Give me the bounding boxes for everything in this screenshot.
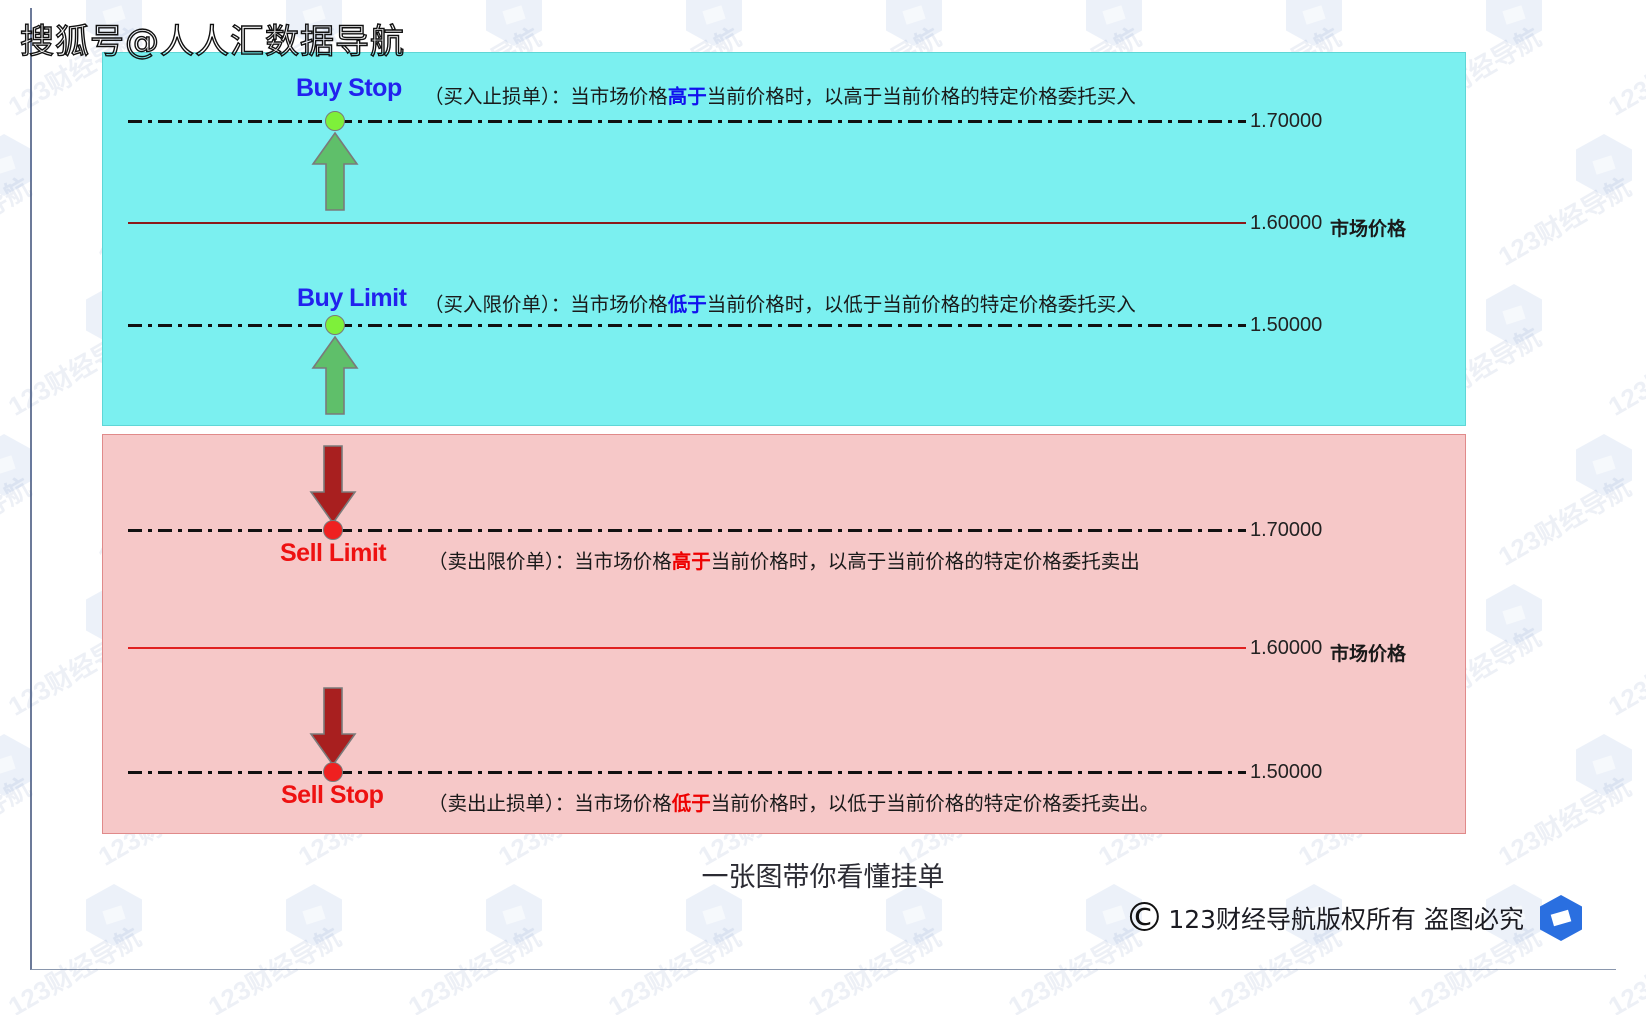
- market-price-line-buy: [128, 222, 1246, 224]
- market-price-tag-buy: 市场价格: [1330, 219, 1407, 240]
- watermark-hex-icon: [0, 434, 32, 496]
- desc-post-sell-stop: 当前价格时，以低于当前价格的特定价格委托卖出。: [710, 792, 1160, 815]
- desc-pre-buy-stop: （买入止损单）：当市场价格: [424, 85, 668, 108]
- desc-highlight-sell-stop: 低于: [671, 792, 711, 815]
- order-label-buy-limit: Buy Limit: [297, 284, 407, 312]
- desc-highlight-buy-limit: 低于: [667, 293, 707, 316]
- market-price-value-sell: 1.60000: [1250, 637, 1323, 659]
- desc-highlight-sell-limit: 高于: [671, 550, 711, 573]
- copyright-text: 123财经导航版权所有 盗图必究: [1168, 905, 1524, 934]
- order-desc-sell-stop: （卖出止损单）：当市场价格低于当前价格时，以低于当前价格的特定价格委托卖出。: [428, 787, 1159, 816]
- diagram-canvas: 123财经导航 123财经导航 123财经导航 123财经导航 123财经导航 123财经…: [0, 0, 1646, 1015]
- market-price-line-sell: [128, 647, 1246, 649]
- price-level-line-buy-limit: [128, 324, 1246, 327]
- price-marker-sell-limit: [323, 520, 343, 540]
- arrow-up-buy-stop: [311, 131, 359, 211]
- price-level-line-sell-stop: [128, 771, 1246, 774]
- arrow-down-sell-stop: [309, 687, 357, 767]
- price-marker-sell-stop: [323, 762, 343, 782]
- copyright-bar: © 123财经导航版权所有 盗图必究: [1124, 895, 1582, 941]
- page-title: 搜狐号@人人汇数据导航: [19, 21, 405, 62]
- price-level-line-sell-limit: [128, 529, 1246, 532]
- watermark-hex-icon: [0, 134, 32, 196]
- market-price-value-buy: 1.60000: [1250, 212, 1323, 234]
- desc-pre-sell-stop: （卖出止损单）：当市场价格: [428, 792, 672, 815]
- order-desc-sell-limit: （卖出限价单）：当市场价格高于当前价格时，以高于当前价格的特定价格委托卖出: [428, 545, 1140, 574]
- watermark-hex-icon: [0, 734, 32, 796]
- order-desc-buy-limit: （买入限价单）：当市场价格低于当前价格时，以低于当前价格的特定价格委托买入: [424, 288, 1136, 317]
- desc-pre-buy-limit: （买入限价单）：当市场价格: [424, 293, 668, 316]
- desc-highlight-buy-stop: 高于: [667, 85, 707, 108]
- arrow-up-buy-limit: [311, 335, 359, 415]
- price-label-buy-limit: 1.50000: [1250, 314, 1323, 336]
- figure-caption: 一张图带你看懂挂单: [701, 862, 945, 893]
- market-price-tag-sell: 市场价格: [1330, 644, 1407, 665]
- desc-post-sell-limit: 当前价格时，以高于当前价格的特定价格委托卖出: [710, 550, 1140, 573]
- price-label-sell-stop: 1.50000: [1250, 761, 1323, 783]
- price-marker-buy-limit: [325, 315, 345, 335]
- price-label-sell-limit: 1.70000: [1250, 519, 1323, 541]
- price-marker-buy-stop: [325, 111, 345, 131]
- price-label-buy-stop: 1.70000: [1250, 110, 1323, 132]
- arrow-down-sell-limit: [309, 445, 357, 525]
- order-label-sell-limit: Sell Limit: [280, 539, 387, 567]
- desc-pre-sell-limit: （卖出限价单）：当市场价格: [428, 550, 672, 573]
- order-desc-buy-stop: （买入止损单）：当市场价格高于当前价格时，以高于当前价格的特定价格委托买入: [424, 80, 1136, 109]
- order-label-buy-stop: Buy Stop: [296, 74, 402, 102]
- copyright-icon: ©: [1124, 895, 1165, 941]
- price-level-line-buy-stop: [128, 120, 1246, 123]
- desc-post-buy-stop: 当前价格时，以高于当前价格的特定价格委托买入: [706, 85, 1136, 108]
- desc-post-buy-limit: 当前价格时，以低于当前价格的特定价格委托买入: [706, 293, 1136, 316]
- order-label-sell-stop: Sell Stop: [281, 781, 384, 809]
- brand-logo-icon: [1540, 895, 1582, 941]
